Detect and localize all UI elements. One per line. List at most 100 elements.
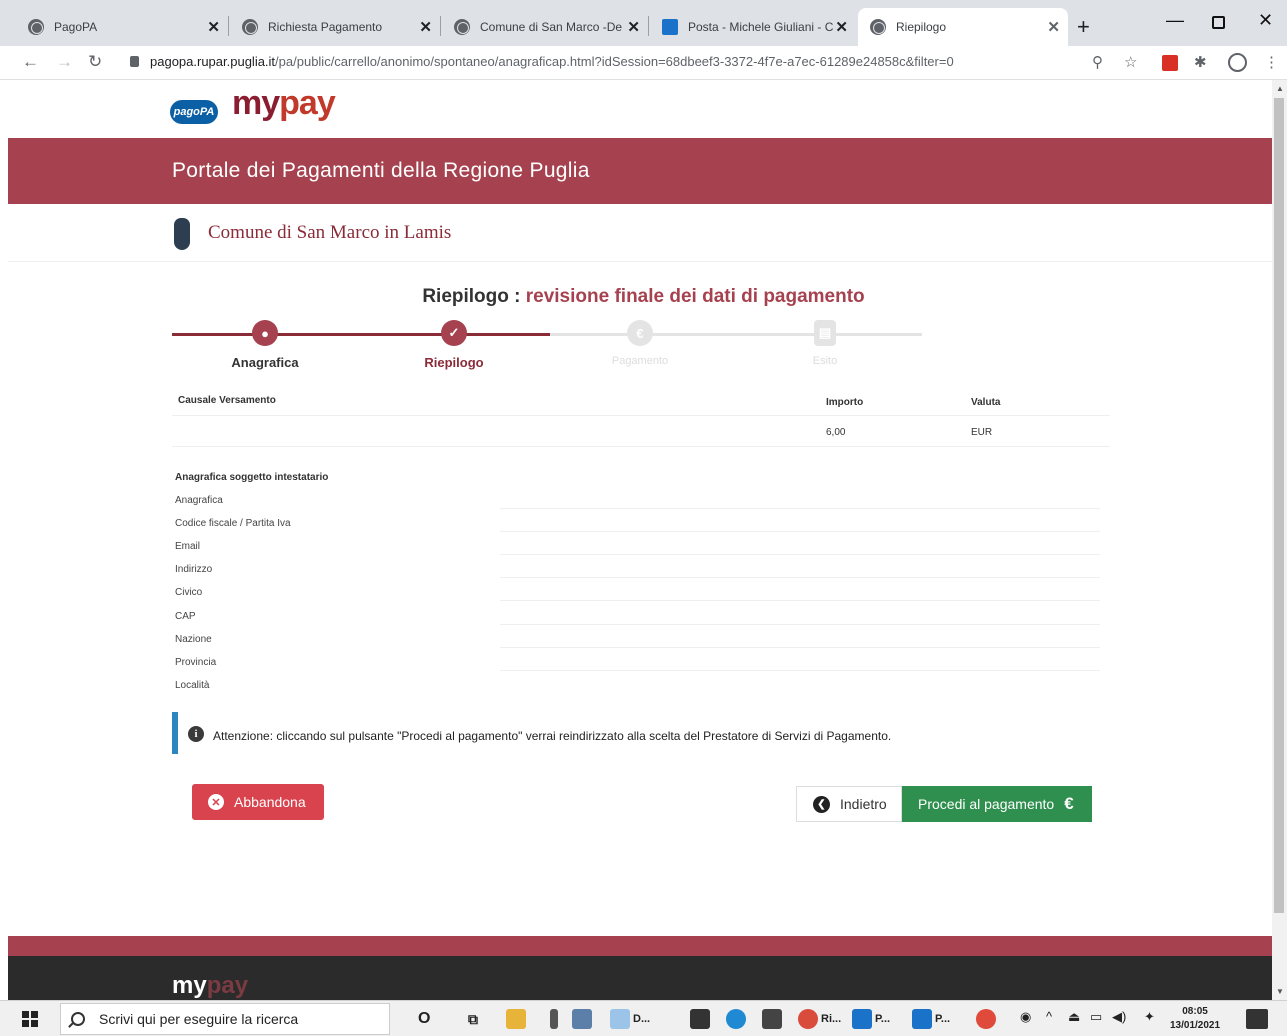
step-label-riepilogo: Riepilogo	[424, 355, 484, 370]
profile-icon[interactable]	[1228, 53, 1247, 72]
tab-richiesta-pagamento[interactable]: Richiesta Pagamento ✕	[230, 8, 440, 46]
new-tab-icon[interactable]: +	[1077, 14, 1090, 40]
procedi-pagamento-button[interactable]: Procedi al pagamento €	[902, 786, 1092, 822]
app-icon[interactable]	[572, 1009, 592, 1029]
table-divider	[172, 446, 1110, 447]
indietro-label: Indietro	[840, 796, 887, 812]
field-label-localita: Località	[175, 680, 210, 691]
close-icon[interactable]: ✕	[627, 18, 640, 36]
column-header-valuta: Valuta	[971, 397, 1001, 408]
tray-app-icon[interactable]: ◉	[1020, 1009, 1031, 1025]
menu-icon[interactable]: ⋮	[1264, 53, 1279, 71]
step-riepilogo-check-icon: ✓	[441, 320, 467, 346]
tab-label: Richiesta Pagamento	[268, 20, 383, 34]
footer-band	[8, 936, 1272, 956]
portal-title: Portale dei Pagamenti della Regione Pugl…	[172, 159, 590, 182]
back-icon[interactable]: ←	[22, 52, 39, 72]
app-icon[interactable]	[690, 1009, 710, 1029]
row-divider	[500, 531, 1100, 532]
table-divider	[172, 415, 1110, 416]
crest-icon	[174, 218, 190, 250]
globe-icon	[870, 19, 886, 35]
zoom-icon[interactable]: ⚲	[1092, 53, 1103, 71]
step-esito-document-icon: ▤	[814, 320, 836, 346]
field-label-civico: Civico	[175, 587, 203, 598]
step-anagrafica-user-icon: ●	[252, 320, 278, 346]
pagopa-logo: pagoPA	[170, 100, 218, 124]
extension-icon[interactable]	[1162, 55, 1178, 71]
chevron-up-icon[interactable]: ^	[1046, 1009, 1052, 1024]
edge-icon[interactable]	[726, 1009, 746, 1029]
task-view-icon[interactable]: ⧉	[468, 1009, 478, 1029]
notifications-icon[interactable]	[1246, 1009, 1268, 1029]
page-scrollbar[interactable]: ▲ ▼	[1272, 80, 1287, 1000]
file-explorer-icon[interactable]	[506, 1009, 526, 1029]
maximize-icon[interactable]	[1212, 16, 1225, 29]
minimize-icon[interactable]: —	[1166, 10, 1184, 31]
row-divider	[500, 647, 1100, 648]
page-title: Riepilogo : revisione finale dei dati di…	[422, 286, 865, 307]
taskbar-clock[interactable]: 08:05 13/01/2021	[1170, 1005, 1220, 1033]
taskbar-app-d[interactable]: D...	[610, 1009, 650, 1029]
dropbox-icon[interactable]: ✦	[1144, 1009, 1155, 1025]
row-divider	[500, 670, 1100, 671]
window-close-icon[interactable]: ✕	[1258, 10, 1273, 31]
close-icon[interactable]: ✕	[835, 18, 848, 36]
browser-tab-strip: PagoPA ✕ Richiesta Pagamento ✕ Comune di…	[0, 0, 1287, 46]
scrollbar-thumb[interactable]	[1274, 98, 1284, 913]
field-label-email: Email	[175, 541, 201, 552]
close-icon[interactable]: ✕	[419, 18, 432, 36]
windows-taskbar: Scrivi qui per eseguire la ricerca O ⧉ D…	[0, 1000, 1287, 1036]
globe-icon	[454, 19, 470, 35]
scroll-down-icon[interactable]: ▼	[1276, 987, 1284, 996]
taskbar-app-outlook-1[interactable]: P...	[852, 1009, 890, 1029]
address-bar[interactable]: pagopa.rupar.puglia.it/pa/public/carrell…	[150, 54, 1030, 69]
ente-row	[8, 204, 1272, 262]
euro-icon: €	[1064, 794, 1074, 813]
notice-accent-bar	[172, 712, 178, 754]
tab-label: PagoPA	[54, 20, 98, 34]
tab-pagopa[interactable]: PagoPA ✕	[16, 8, 228, 46]
info-icon: i	[188, 726, 204, 742]
close-circle-icon: ✕	[208, 794, 224, 810]
taskbar-app-chrome[interactable]: Ri...	[798, 1009, 841, 1029]
reload-icon[interactable]: ↻	[88, 52, 102, 72]
search-icon	[71, 1012, 85, 1026]
store-icon[interactable]	[762, 1009, 782, 1029]
windows-start-icon[interactable]	[22, 1011, 38, 1027]
indietro-button[interactable]: ❮ Indietro	[796, 786, 902, 822]
cortana-icon[interactable]: O	[418, 1009, 430, 1029]
ente-name: Comune di San Marco in Lamis	[208, 222, 452, 243]
taskbar-app-outlook-2[interactable]: P...	[912, 1009, 950, 1029]
notice-text: Attenzione: cliccando sul pulsante "Proc…	[213, 729, 892, 743]
tab-comune-san-marco[interactable]: Comune di San Marco -De ✕	[442, 8, 648, 46]
tab-posta[interactable]: Posta - Michele Giuliani - C ✕	[650, 8, 856, 46]
abbandona-button[interactable]: ✕ Abbandona	[192, 784, 324, 820]
network-icon[interactable]: ▭	[1090, 1009, 1102, 1025]
row-divider	[500, 600, 1100, 601]
tab-label: Comune di San Marco -De	[480, 20, 623, 34]
field-label-provincia: Provincia	[175, 657, 217, 668]
lock-icon[interactable]	[130, 56, 139, 67]
taskbar-search-input[interactable]: Scrivi qui per eseguire la ricerca	[60, 1003, 390, 1035]
step-pagamento-euro-icon: €	[627, 320, 653, 346]
tab-riepilogo[interactable]: Riepilogo ✕	[858, 8, 1068, 46]
tab-separator	[228, 16, 229, 36]
anagrafica-section-title: Anagrafica soggetto intestatario	[175, 472, 329, 483]
scroll-up-icon[interactable]: ▲	[1276, 84, 1284, 93]
tab-label: Riepilogo	[896, 20, 947, 34]
globe-icon	[28, 19, 44, 35]
mypay-logo[interactable]: mypay	[232, 84, 336, 123]
app-icon[interactable]	[550, 1009, 558, 1029]
column-header-importo: Importo	[826, 397, 864, 408]
app-icon[interactable]	[976, 1009, 996, 1029]
chevron-left-circle-icon: ❮	[813, 795, 830, 813]
clock-time: 08:05	[1182, 1006, 1208, 1017]
close-icon[interactable]: ✕	[207, 18, 220, 36]
puzzle-icon[interactable]: ✱	[1194, 53, 1207, 71]
usb-icon[interactable]: ⏏	[1068, 1009, 1080, 1025]
forward-icon[interactable]: →	[56, 52, 73, 72]
star-icon[interactable]: ☆	[1124, 53, 1137, 71]
close-icon[interactable]: ✕	[1047, 18, 1060, 36]
volume-icon[interactable]: ◀)	[1112, 1009, 1126, 1025]
